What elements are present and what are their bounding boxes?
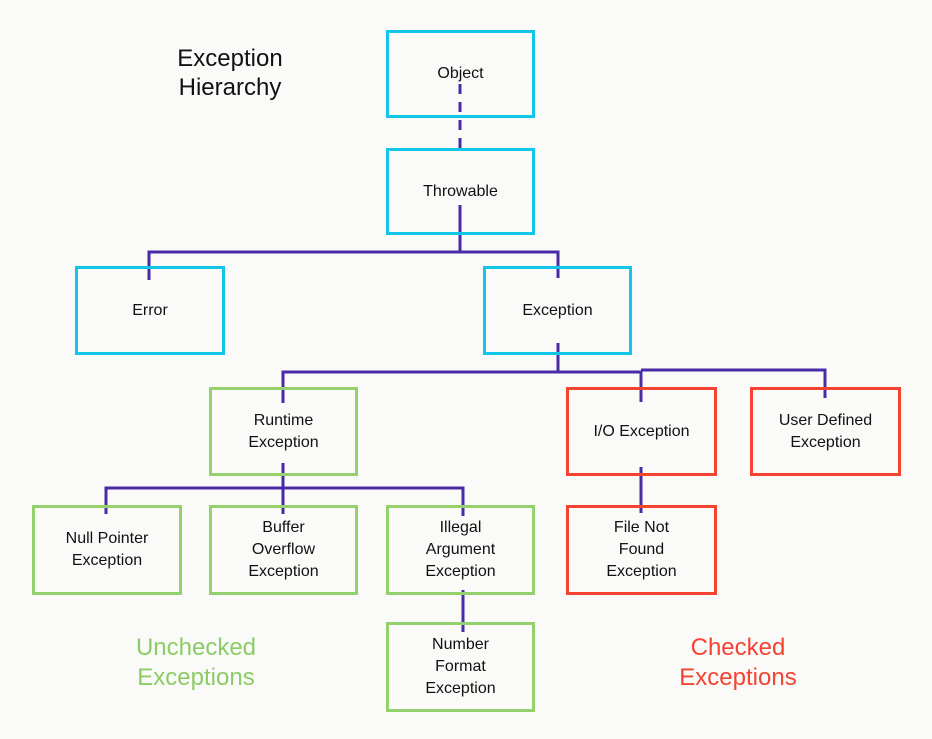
node-null-pointer-exception: Null Pointer Exception [32, 505, 182, 595]
diagram-title: Exception Hierarchy [177, 45, 283, 101]
node-buffer-overflow-exception: Buffer Overflow Exception [209, 505, 358, 595]
node-runtime-exception: Runtime Exception [209, 387, 358, 476]
checked-exceptions-label: Checked Exceptions [679, 634, 797, 691]
node-user-defined-exception: User Defined Exception [750, 387, 901, 476]
node-io-exception: I/O Exception [566, 387, 717, 476]
node-illegal-argument-exception: Illegal Argument Exception [386, 505, 535, 595]
unchecked-exceptions-label: Unchecked Exceptions [135, 634, 257, 691]
node-number-format-exception: Number Format Exception [386, 622, 535, 712]
node-throwable: Throwable [386, 148, 535, 235]
node-exception: Exception [483, 266, 632, 355]
node-object: Object [386, 30, 535, 118]
node-file-not-found-exception: File Not Found Exception [566, 505, 717, 595]
node-error: Error [75, 266, 225, 355]
